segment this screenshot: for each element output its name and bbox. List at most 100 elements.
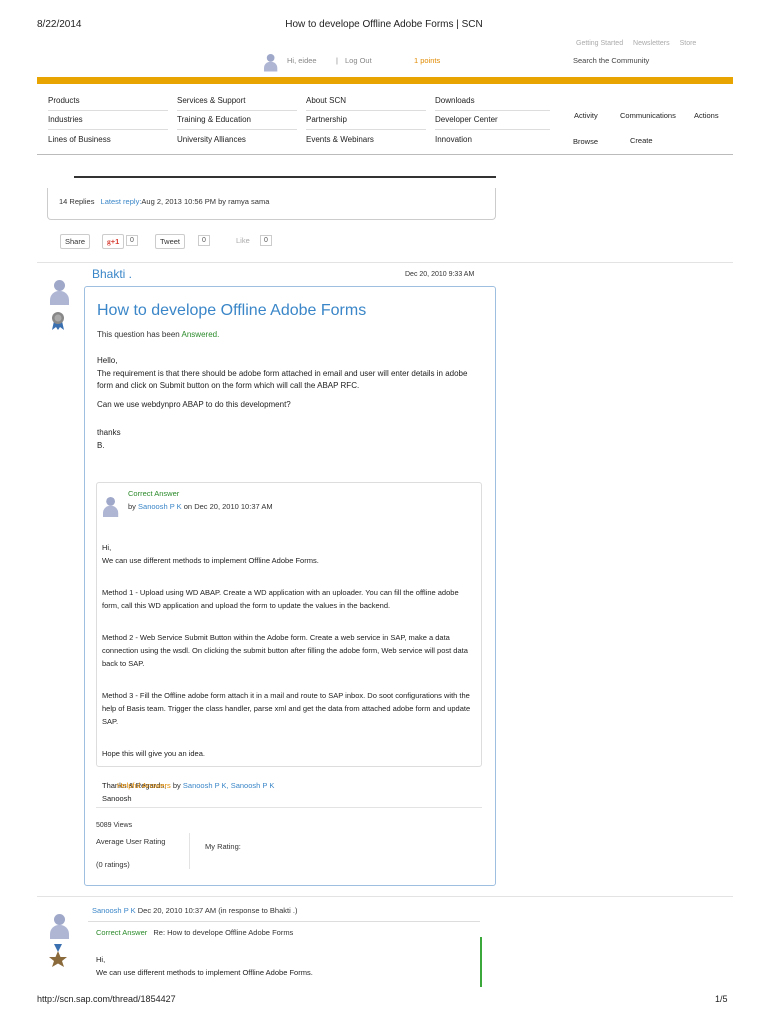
nav-downloads[interactable]: Downloads (435, 96, 475, 105)
nav-create[interactable]: Create (630, 136, 653, 145)
link-getting-started[interactable]: Getting Started (576, 40, 623, 47)
answer-by-label: by (128, 502, 136, 511)
question-para: Can we use webdynpro ABAP to do this dev… (97, 399, 291, 409)
nav-divider (435, 129, 550, 130)
question-para: Hello, (97, 356, 118, 365)
nav-training-education[interactable]: Training & Education (177, 115, 251, 124)
google-plus-count: 0 (126, 235, 138, 246)
share-button[interactable]: Share (60, 234, 91, 249)
reply-answer-line: Correct Answer Re: How to develope Offli… (96, 928, 293, 937)
rating-count: (0 ratings) (96, 860, 130, 869)
nav-activity[interactable]: Activity (574, 111, 598, 120)
answer-author-avatar-icon[interactable] (103, 497, 119, 518)
helpful-answer-authors[interactable]: Sanoosh P K, Sanoosh P K (183, 781, 274, 790)
reply-correct-label: Correct Answer (96, 928, 148, 937)
top-links: Getting Started Newsletters Store (576, 40, 704, 47)
my-rating-label: My Rating: (205, 842, 241, 851)
badge-medal-icon (49, 944, 67, 967)
question-para: thanks (97, 428, 121, 437)
correct-answer-label: Correct Answer (128, 489, 180, 498)
stats-divider (96, 807, 482, 808)
answer-para: Method 3 - Fill the Offline adobe form a… (102, 691, 471, 726)
post-divider (37, 262, 733, 263)
nav-developer-center[interactable]: Developer Center (435, 115, 498, 124)
like-count: 0 (260, 235, 272, 246)
nav-bottom-rule (37, 154, 733, 155)
correct-answer-box: Correct Answer by Sanoosh P K on Dec 20,… (96, 482, 482, 803)
answer-para: Method 1 - Upload using WD ABAP. Create … (102, 588, 459, 610)
helpful-by-label: by (172, 781, 181, 790)
question-author-avatar-icon[interactable] (50, 280, 69, 306)
answered-status: This question has been Answered. (97, 330, 219, 339)
accent-bar (37, 77, 733, 84)
nav-industries[interactable]: Industries (48, 115, 83, 124)
latest-reply-label: Latest reply: (100, 197, 142, 206)
user-avatar-icon[interactable] (264, 54, 278, 72)
print-url: http://scn.sap.com/thread/1854427 (37, 994, 176, 1004)
nav-divider (306, 129, 426, 130)
answer-body: Hi, We can use different methods to impl… (102, 528, 474, 818)
reply-date: Dec 20, 2010 10:37 AM (137, 906, 217, 915)
thread-reply-summary: 14 Replies Latest reply:Aug 2, 2013 10:5… (59, 197, 269, 206)
print-page-number: 1/5 (715, 994, 728, 1004)
nav-lines-of-business[interactable]: Lines of Business (48, 135, 111, 144)
tweet-count: 0 (198, 235, 210, 246)
nav-university-alliances[interactable]: University Alliances (177, 135, 246, 144)
question-box: How to develope Offline Adobe Forms This… (84, 286, 496, 886)
search-community-input[interactable]: Search the Community (573, 56, 649, 65)
answer-byline: by Sanoosh P K on Dec 20, 2010 10:37 AM (128, 502, 273, 511)
rating-divider (189, 833, 190, 869)
question-para: The requirement is that there should be … (97, 368, 468, 391)
nav-communications[interactable]: Communications (620, 111, 676, 120)
nav-about-scn[interactable]: About SCN (306, 96, 346, 105)
reply-body: Hi, We can use different methods to impl… (96, 955, 313, 977)
nav-services-support[interactable]: Services & Support (177, 96, 245, 105)
nav-browse[interactable]: Browse (573, 137, 598, 146)
user-bar-separator: | (336, 56, 338, 65)
nav-divider (435, 110, 550, 111)
google-plus-button[interactable]: g+1 (102, 234, 125, 249)
nav-divider (177, 129, 297, 130)
question-body: Hello, The requirement is that there sho… (97, 355, 482, 452)
answered-status-label: Answered. (181, 330, 220, 339)
nav-partnership[interactable]: Partnership (306, 115, 347, 124)
reply-count: 14 Replies (59, 197, 95, 206)
reply-header-rule (88, 921, 480, 922)
answer-date: on Dec 20, 2010 10:37 AM (183, 502, 273, 511)
logout-link[interactable]: Log Out (345, 56, 372, 65)
view-count: 5089 Views (96, 822, 133, 829)
reply-header: Sanoosh P K Dec 20, 2010 10:37 AM (in re… (92, 906, 297, 915)
nav-innovation[interactable]: Innovation (435, 135, 472, 144)
thread-info-box: 14 Replies Latest reply:Aug 2, 2013 10:5… (47, 188, 496, 220)
user-greeting: Hi, eidee (287, 56, 317, 65)
nav-divider (48, 110, 168, 111)
nav-divider (306, 110, 426, 111)
question-author[interactable]: Bhakti . (92, 267, 132, 281)
like-button[interactable]: Like (236, 236, 250, 245)
answer-para: Hope this will give you an idea. (102, 749, 205, 758)
nav-actions[interactable]: Actions (694, 111, 719, 120)
nav-events-webinars[interactable]: Events & Webinars (306, 135, 374, 144)
link-newsletters[interactable]: Newsletters (633, 40, 670, 47)
nav-divider (177, 110, 297, 111)
reply-correct-marker (480, 937, 482, 987)
answer-para: Method 2 - Web Service Submit Button wit… (102, 633, 468, 668)
link-store[interactable]: Store (680, 40, 697, 47)
reply-author[interactable]: Sanoosh P K (92, 906, 136, 915)
answer-para: Hi, We can use different methods to impl… (102, 543, 319, 565)
latest-reply-info[interactable]: Aug 2, 2013 10:56 PM by ramya sama (141, 197, 269, 206)
answered-status-prefix: This question has been (97, 330, 180, 339)
post-divider (37, 896, 733, 897)
helpful-answers-label: Helpful Answers (117, 781, 171, 790)
question-date: Dec 20, 2010 9:33 AM (405, 271, 475, 278)
helpful-answers: Helpful Answers by Sanoosh P K, Sanoosh … (117, 781, 274, 790)
reply-author-avatar-icon[interactable] (50, 914, 69, 940)
nav-products[interactable]: Products (48, 96, 80, 105)
user-points[interactable]: 1 points (414, 56, 440, 65)
print-title: How to develope Offline Adobe Forms | SC… (285, 19, 483, 30)
thread-top-rule (74, 176, 496, 178)
tweet-button[interactable]: Tweet (155, 234, 186, 249)
reply-in-response[interactable]: (in response to Bhakti .) (218, 906, 297, 915)
answer-author[interactable]: Sanoosh P K (138, 502, 182, 511)
nav-divider (48, 129, 168, 130)
